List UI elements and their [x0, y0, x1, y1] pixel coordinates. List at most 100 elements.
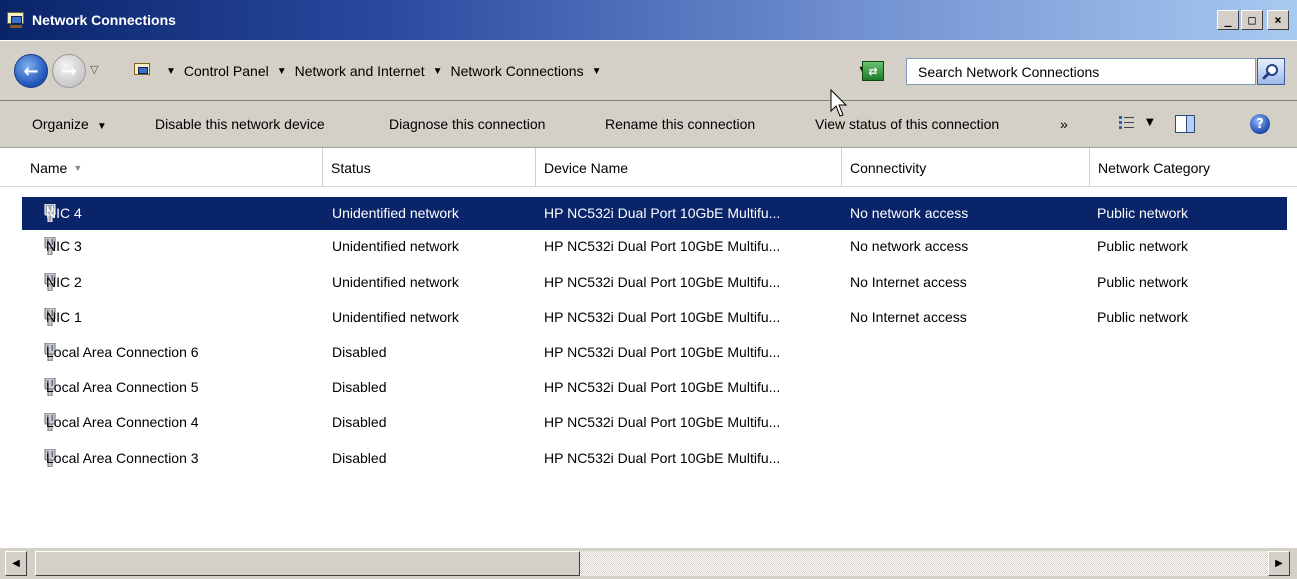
recent-pages-dropdown[interactable]: ▽ — [90, 63, 98, 76]
address-bar[interactable]: ▼ Control Panel ▼ Network and Internet ▼… — [104, 55, 898, 87]
address-row: ← → ▽ ▼ Control Panel ▼ Network and Inte… — [0, 40, 1297, 100]
connection-device: HP NC532i Dual Port 10GbE Multifu... — [544, 274, 781, 290]
connection-category: Public network — [1097, 309, 1189, 325]
list-item[interactable]: NIC 3 Unidentified network HP NC532i Dua… — [22, 230, 1287, 263]
maximize-button[interactable]: □ — [1241, 10, 1263, 30]
sort-indicator-icon: ▼ — [73, 162, 83, 173]
connection-name: Local Area Connection 4 — [46, 414, 199, 430]
organize-label: Organize — [32, 116, 89, 132]
views-dropdown[interactable]: ▼ — [1146, 117, 1154, 128]
breadcrumb-network-connections[interactable]: Network Connections — [451, 63, 584, 79]
breadcrumb-network-and-internet[interactable]: Network and Internet — [295, 63, 425, 79]
connection-category: Public network — [1097, 205, 1189, 221]
help-icon[interactable]: ? — [1250, 114, 1270, 134]
column-connectivity-label: Connectivity — [850, 159, 927, 176]
chevron-right-icon: ▶ — [1275, 558, 1283, 569]
breadcrumb-control-panel[interactable]: Control Panel — [184, 63, 269, 79]
column-name[interactable]: Name ▼ — [22, 148, 323, 187]
scroll-left-button[interactable]: ◀ — [5, 551, 27, 576]
list-item[interactable]: Local Area Connection 4 Disabled HP NC53… — [22, 406, 1287, 439]
breadcrumb: ▼ Control Panel ▼ Network and Internet ▼… — [162, 63, 609, 79]
column-header: Name ▼ Status Device Name Connectivity N… — [0, 147, 1297, 187]
connection-device: HP NC532i Dual Port 10GbE Multifu... — [544, 238, 781, 254]
chevron-down-icon[interactable]: ▼ — [592, 66, 602, 77]
window-title: Network Connections — [32, 12, 176, 28]
connection-name: NIC 2 — [46, 274, 82, 290]
connection-status: Disabled — [332, 344, 387, 360]
column-status-label: Status — [331, 159, 371, 176]
list-item[interactable]: Local Area Connection 3 Disabled HP NC53… — [22, 442, 1287, 475]
chevron-down-icon[interactable]: ▼ — [433, 66, 443, 77]
diagnose-connection-button[interactable]: Diagnose this connection — [389, 116, 545, 132]
mouse-cursor-icon — [830, 89, 848, 117]
column-network-category[interactable]: Network Category — [1090, 148, 1297, 187]
column-status[interactable]: Status — [323, 148, 536, 187]
connection-status: Unidentified network — [332, 238, 459, 254]
more-commands-button[interactable]: » — [1060, 116, 1068, 132]
preview-pane-icon[interactable] — [1175, 115, 1195, 133]
connection-name: NIC 4 — [46, 205, 82, 221]
list-item[interactable]: NIC 2 Unidentified network HP NC532i Dua… — [22, 266, 1287, 299]
title-bar: Network Connections _ □ × — [0, 0, 1297, 40]
connection-status: Unidentified network — [332, 309, 459, 325]
connection-name: NIC 1 — [46, 309, 82, 325]
organize-menu[interactable]: Organize ▼ — [32, 116, 107, 132]
close-button[interactable]: × — [1267, 10, 1289, 30]
connection-device: HP NC532i Dual Port 10GbE Multifu... — [544, 205, 781, 221]
connection-connectivity: No Internet access — [850, 309, 967, 325]
search-input[interactable]: Search Network Connections — [906, 58, 1256, 85]
search-placeholder: Search Network Connections — [918, 63, 1100, 80]
disable-device-button[interactable]: Disable this network device — [155, 116, 325, 132]
chevron-down-icon[interactable]: ▼ — [166, 66, 176, 77]
forward-arrow-icon: → — [61, 60, 77, 82]
list-item[interactable]: Local Area Connection 5 Disabled HP NC53… — [22, 371, 1287, 404]
scroll-thumb[interactable] — [35, 551, 580, 576]
chevron-down-icon[interactable]: ▼ — [277, 66, 287, 77]
command-toolbar: Organize ▼ Disable this network device Di… — [0, 100, 1297, 147]
column-connectivity[interactable]: Connectivity — [842, 148, 1090, 187]
connection-name: NIC 3 — [46, 238, 82, 254]
connections-list: NIC 4 Unidentified network HP NC532i Dua… — [0, 187, 1297, 547]
refresh-button[interactable]: ⇄ — [862, 61, 884, 81]
forward-button[interactable]: → — [52, 54, 86, 88]
connection-status: Disabled — [332, 379, 387, 395]
chevron-down-icon: ▼ — [96, 121, 107, 132]
connection-device: HP NC532i Dual Port 10GbE Multifu... — [544, 450, 781, 466]
views-icon[interactable] — [1118, 114, 1136, 132]
back-button[interactable]: ← — [14, 54, 48, 88]
connection-device: HP NC532i Dual Port 10GbE Multifu... — [544, 344, 781, 360]
connection-status: Disabled — [332, 414, 387, 430]
column-name-label: Name — [30, 159, 68, 176]
connection-status: Unidentified network — [332, 274, 459, 290]
column-category-label: Network Category — [1098, 159, 1211, 176]
connection-device: HP NC532i Dual Port 10GbE Multifu... — [544, 414, 781, 430]
column-device-name[interactable]: Device Name — [536, 148, 842, 187]
connection-connectivity: No network access — [850, 205, 969, 221]
back-arrow-icon: ← — [23, 60, 39, 82]
list-item[interactable]: Local Area Connection 6 Disabled HP NC53… — [22, 336, 1287, 369]
connection-connectivity: No Internet access — [850, 274, 967, 290]
connection-name: Local Area Connection 6 — [46, 344, 199, 360]
network-connections-icon — [6, 10, 26, 30]
minimize-button[interactable]: _ — [1217, 10, 1239, 30]
rename-connection-button[interactable]: Rename this connection — [605, 116, 755, 132]
window-controls: _ □ × — [1217, 10, 1289, 30]
connection-device: HP NC532i Dual Port 10GbE Multifu... — [544, 379, 781, 395]
connection-status: Disabled — [332, 450, 387, 466]
chevron-left-icon: ◀ — [12, 558, 20, 569]
list-item[interactable]: NIC 1 Unidentified network HP NC532i Dua… — [22, 301, 1287, 334]
horizontal-scrollbar[interactable]: ◀ ▶ — [0, 547, 1297, 579]
go-refresh-icon: ⇄ — [868, 64, 878, 78]
search-button[interactable] — [1257, 58, 1285, 85]
connection-device: HP NC532i Dual Port 10GbE Multifu... — [544, 309, 781, 325]
network-connections-icon — [134, 62, 152, 80]
connection-name: Local Area Connection 3 — [46, 450, 199, 466]
column-device-label: Device Name — [544, 159, 629, 176]
connection-connectivity: No network access — [850, 238, 969, 254]
scroll-right-button[interactable]: ▶ — [1268, 551, 1290, 576]
list-item[interactable]: NIC 4 Unidentified network HP NC532i Dua… — [22, 197, 1287, 230]
search-icon — [1262, 63, 1278, 79]
connection-status: Unidentified network — [332, 205, 459, 221]
connection-name: Local Area Connection 5 — [46, 379, 199, 395]
connection-category: Public network — [1097, 274, 1189, 290]
